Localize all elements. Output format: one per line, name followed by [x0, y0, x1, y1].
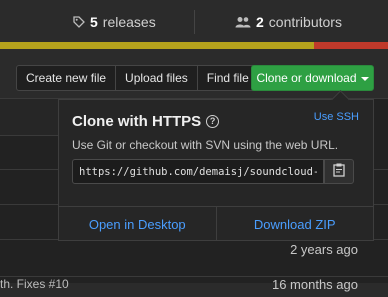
- use-ssh-link[interactable]: Use SSH: [314, 111, 359, 123]
- clone-popup: Clone with HTTPS ? Use SSH Use Git or ch…: [58, 90, 374, 241]
- contributors-label: contributors: [268, 14, 342, 30]
- language-bar[interactable]: [0, 42, 388, 49]
- language-bar-segment: [0, 42, 315, 49]
- contributors-link[interactable]: 2 contributors: [235, 14, 342, 30]
- people-icon: [235, 16, 251, 28]
- clone-url-input[interactable]: [72, 159, 324, 184]
- clone-title-text: Clone with HTTPS: [72, 113, 202, 130]
- stats-divider: [194, 10, 195, 34]
- file-list-header: [0, 99, 59, 136]
- clone-description: Use Git or checkout with SVN using the w…: [72, 138, 339, 152]
- clipboard-icon: [333, 163, 345, 180]
- clone-or-download-button[interactable]: Clone or download: [251, 65, 374, 91]
- clone-popup-title: Clone with HTTPS ?: [72, 113, 220, 130]
- commit-age: 2 years ago: [290, 242, 358, 257]
- tag-icon: [73, 16, 85, 28]
- help-icon[interactable]: ?: [206, 115, 220, 128]
- language-bar-segment: [314, 42, 388, 49]
- create-new-file-button[interactable]: Create new file: [16, 65, 117, 91]
- releases-count: 5: [90, 14, 98, 30]
- clone-popup-footer: Open in Desktop Download ZIP: [59, 206, 373, 241]
- open-in-desktop-button[interactable]: Open in Desktop: [59, 207, 216, 241]
- download-zip-button[interactable]: Download ZIP: [215, 207, 374, 241]
- repo-stats-bar: 5 releases 2 contributors: [0, 0, 388, 41]
- find-file-button[interactable]: Find file: [196, 65, 259, 91]
- table-row[interactable]: 2 years ago: [0, 240, 388, 277]
- upload-files-button[interactable]: Upload files: [115, 65, 198, 91]
- file-actions-group: Create new file Upload files Find file: [16, 65, 259, 91]
- contributors-count: 2: [256, 14, 264, 30]
- clone-or-download-label: Clone or download: [256, 71, 357, 85]
- table-row[interactable]: th. Fixes #10 16 months ago: [0, 277, 388, 297]
- releases-link[interactable]: 5 releases: [73, 14, 156, 30]
- popup-arrow: [331, 90, 350, 109]
- commit-message[interactable]: th. Fixes #10: [0, 277, 69, 291]
- copy-url-button[interactable]: [324, 159, 354, 184]
- commit-age: 16 months ago: [271, 277, 358, 292]
- caret-down-icon: [360, 77, 369, 81]
- releases-label: releases: [102, 14, 156, 30]
